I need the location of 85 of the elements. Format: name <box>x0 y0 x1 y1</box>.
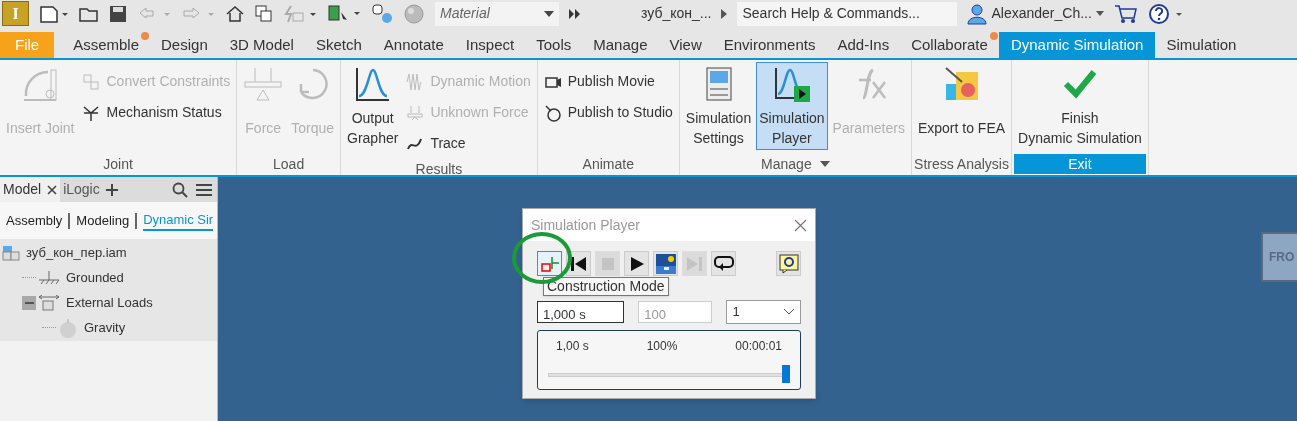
overflow-icon[interactable] <box>569 8 581 19</box>
new-file-icon[interactable] <box>39 4 69 23</box>
panel-title: Load <box>272 154 306 174</box>
close-icon[interactable] <box>794 218 807 232</box>
ribbon-command[interactable]: Mechanism Status <box>79 97 234 128</box>
ribbon-tab[interactable]: Annotate <box>372 32 455 58</box>
load-icon <box>38 294 60 311</box>
browser-tab[interactable]: iLogic <box>60 177 103 202</box>
time-readout: 1,00 s <box>556 338 589 355</box>
browser-tab[interactable]: Model <box>0 177 61 202</box>
ribbon-command[interactable]: Export to FEA <box>914 62 1009 150</box>
force-icon <box>406 103 425 122</box>
ribbon-tab[interactable]: Sketch <box>304 32 373 58</box>
ribbon-tab[interactable]: Simulation <box>1155 32 1248 58</box>
ribbon-command[interactable]: Finish Dynamic Simulation <box>1015 62 1145 150</box>
tree-item[interactable]: зуб_кон_пер.iam <box>26 242 127 263</box>
speed-dropdown[interactable]: 1 <box>725 300 801 324</box>
dialog-title: Simulation Player <box>531 215 640 235</box>
ribbon-tab[interactable]: Tools <box>525 32 583 58</box>
tree-item[interactable]: Gravity <box>84 317 126 338</box>
player-button[interactable] <box>711 251 736 276</box>
panel-title: Results <box>414 159 464 179</box>
menu-icon[interactable] <box>196 182 212 197</box>
help-icon <box>778 253 799 274</box>
ribbon-tab[interactable]: Environments <box>712 32 827 58</box>
tooltip: Construction Mode <box>543 277 669 296</box>
user-icon <box>967 2 988 25</box>
ribbon-tab[interactable]: 3D Model <box>218 32 305 58</box>
ribbon-tab[interactable]: Collaborate <box>900 32 999 58</box>
user-menu[interactable]: Alexander_Ch... <box>991 3 1104 24</box>
ribbon-command[interactable]: Publish to Studio <box>540 97 676 128</box>
ribbon-command[interactable]: Output Grapher <box>344 62 402 150</box>
help-icon[interactable] <box>1147 2 1184 25</box>
add-tab-icon[interactable] <box>105 183 118 196</box>
panel-title: Stress Analysis <box>913 154 1010 174</box>
slider-thumb[interactable] <box>782 365 790 383</box>
end-time-field[interactable]: 1,000 s <box>537 301 625 323</box>
select-icon[interactable] <box>327 3 361 24</box>
panel-title: Animate <box>581 154 635 174</box>
windows-icon[interactable] <box>255 4 273 23</box>
document-title: зуб_кон_... <box>641 4 712 23</box>
ribbon-command[interactable]: Simulation Settings <box>682 62 755 150</box>
arrow-right-icon <box>721 8 728 19</box>
ribbon-tab[interactable]: Inspect <box>454 32 526 58</box>
apple-icon <box>58 317 78 338</box>
motion-icon <box>406 72 425 91</box>
caret-icon <box>1095 11 1104 16</box>
constraints-icon <box>82 72 101 91</box>
playback-slider[interactable] <box>548 365 790 385</box>
play-icon <box>628 255 645 272</box>
collapse-toggle[interactable] <box>22 295 36 310</box>
cart-icon[interactable] <box>1113 3 1138 24</box>
render-icon <box>655 253 676 274</box>
ground-icon <box>38 270 60 285</box>
caret-icon[interactable] <box>819 161 830 167</box>
caret-icon <box>544 10 554 17</box>
filter-tab[interactable]: Assembly <box>6 210 63 231</box>
player-button[interactable] <box>653 251 678 276</box>
loop-icon <box>712 254 735 273</box>
ribbon-tab[interactable]: Add-Ins <box>826 32 901 58</box>
player-button[interactable] <box>624 251 649 276</box>
panel-title: Manage <box>681 154 909 174</box>
percent-readout: 100% <box>646 338 678 355</box>
ribbon-tab[interactable]: Assemble <box>62 32 151 58</box>
save-icon[interactable] <box>109 4 127 23</box>
search-field[interactable]: Search Help & Commands... <box>737 1 958 26</box>
close-icon[interactable] <box>47 184 58 195</box>
ribbon-command[interactable]: Simulation Player <box>756 62 828 150</box>
search-icon[interactable] <box>172 181 188 198</box>
panel-title: Exit <box>1014 154 1146 174</box>
ribbon-tab[interactable]: Design <box>150 32 219 58</box>
tree-item[interactable]: Grounded <box>66 267 124 288</box>
material-dropdown[interactable]: Material <box>435 1 559 26</box>
ribbon-tab[interactable]: View <box>658 32 713 58</box>
elapsed-readout: 00:00:01 <box>735 338 782 355</box>
filter-tab[interactable]: Modeling <box>76 210 130 231</box>
chevron-down-icon <box>784 309 794 315</box>
panel-title: Joint <box>102 154 134 174</box>
ribbon-command[interactable]: Trace <box>403 128 534 159</box>
ribbon-command[interactable]: Publish Movie <box>540 66 676 97</box>
tree-item[interactable]: External Loads <box>66 292 153 313</box>
rewind-icon <box>569 255 588 272</box>
player-button[interactable] <box>776 251 801 276</box>
home-icon[interactable] <box>225 4 245 23</box>
ribbon-tab[interactable]: Manage <box>582 32 659 58</box>
